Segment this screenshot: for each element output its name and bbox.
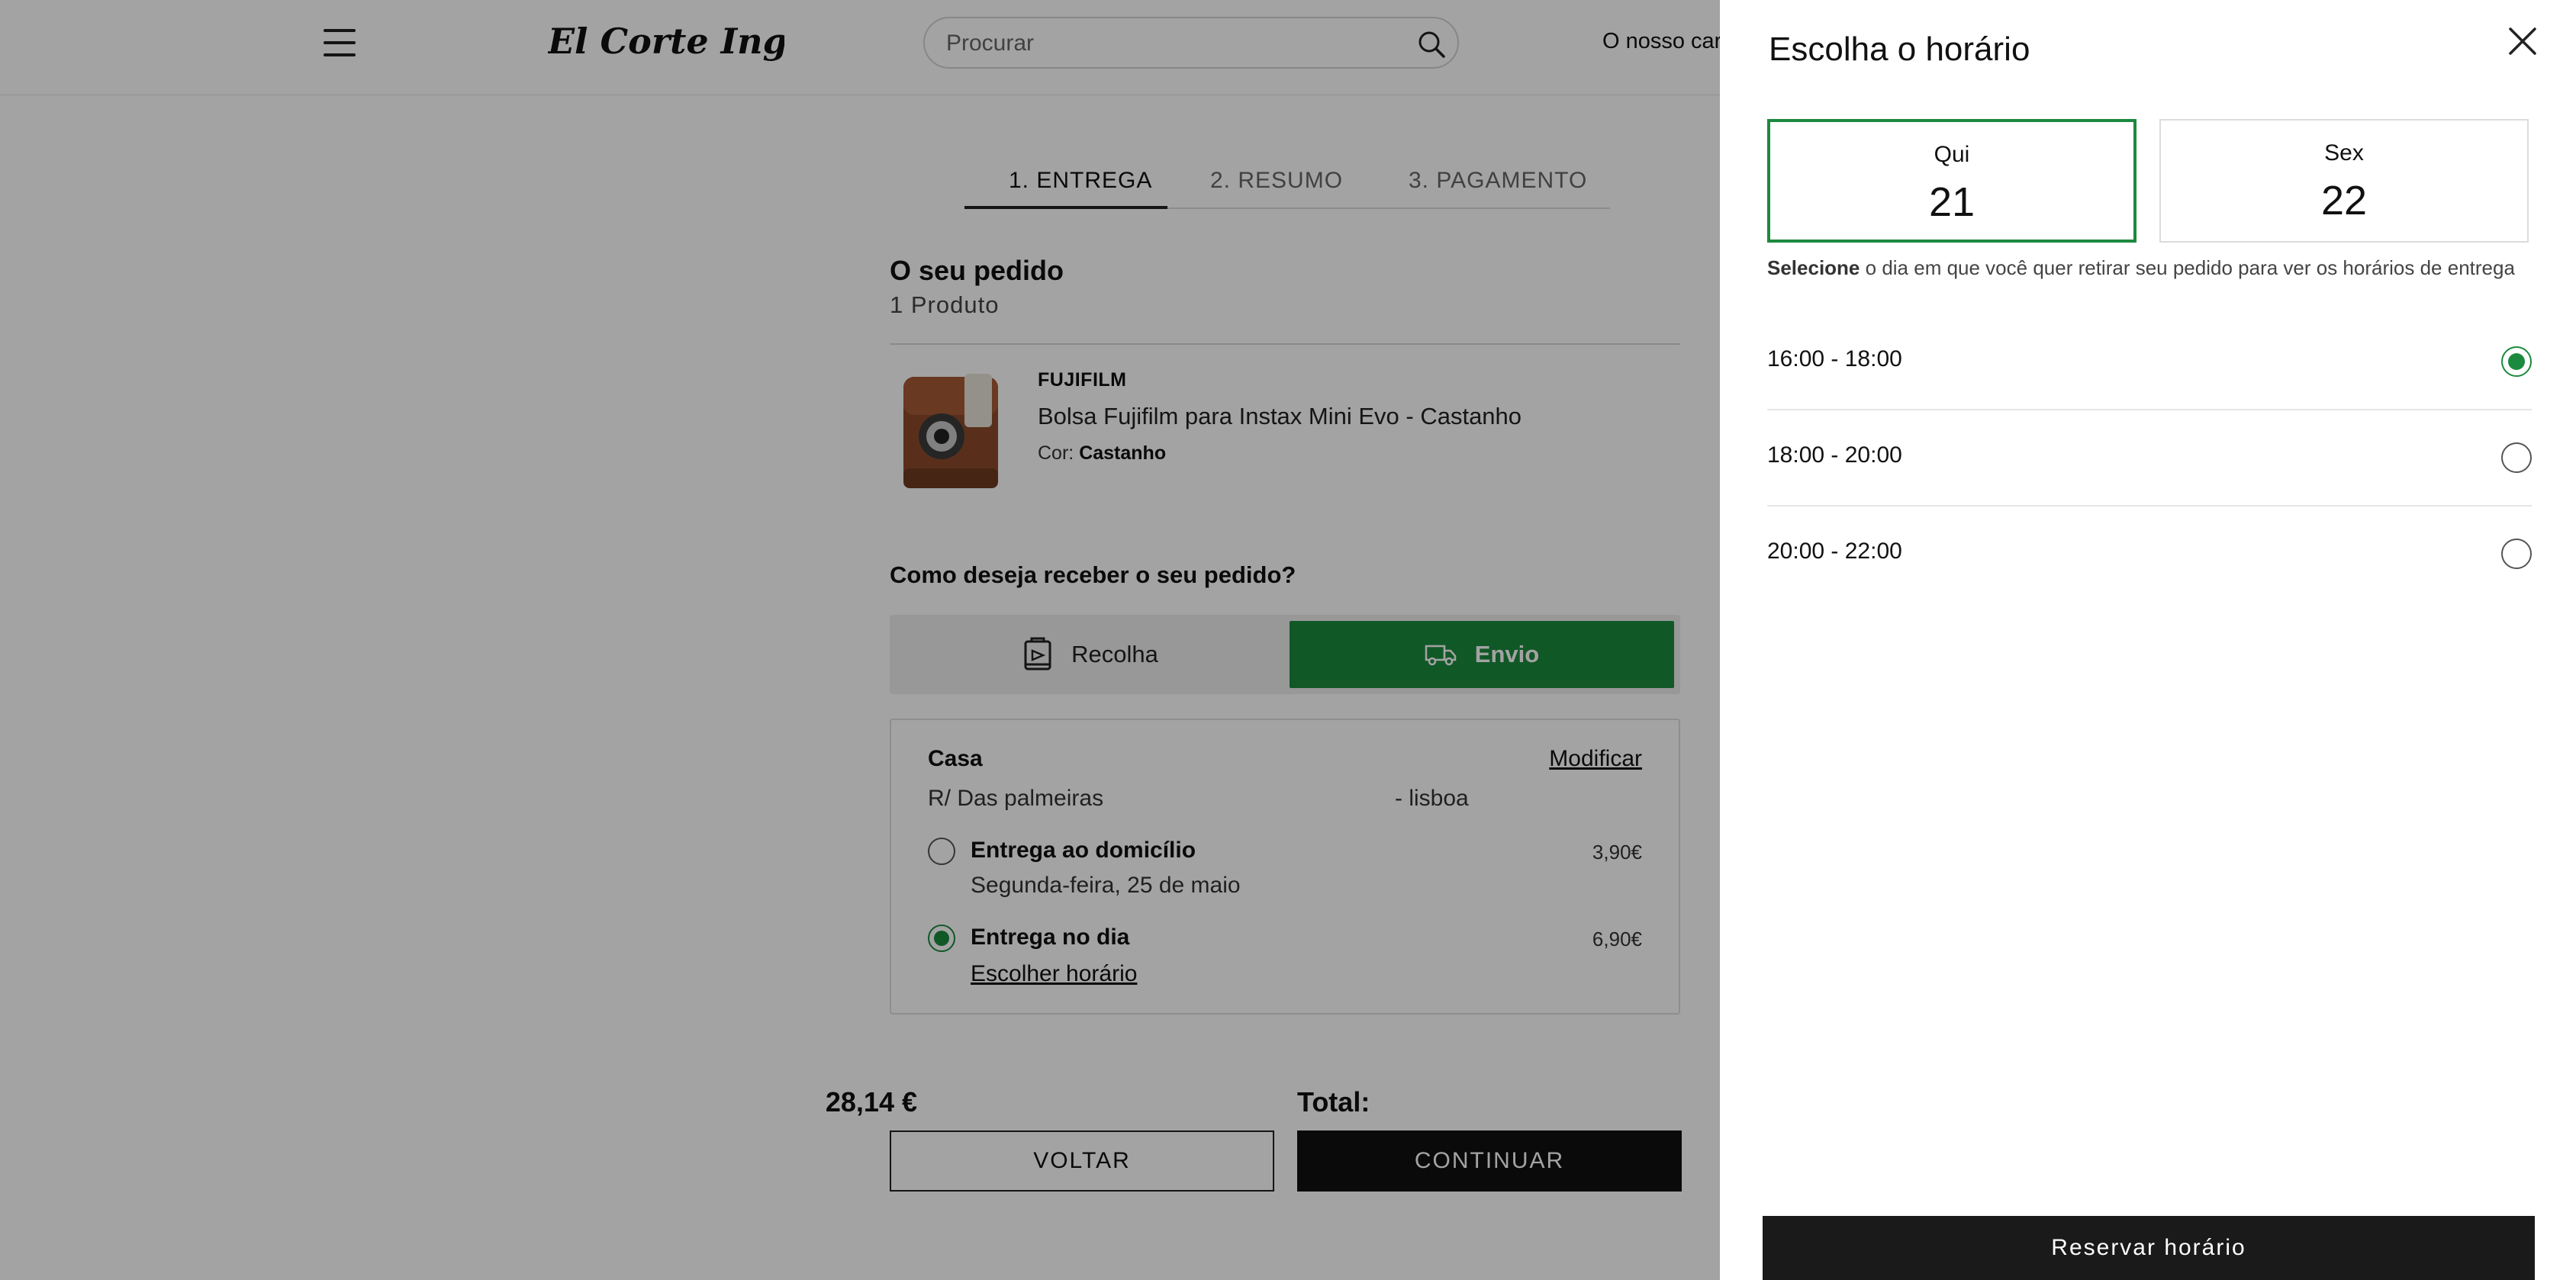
day-name: Qui — [1934, 142, 1970, 167]
day-number: 22 — [2320, 178, 2368, 224]
day-name: Sex — [2324, 140, 2364, 166]
panel-title: Escolha o horário — [1769, 31, 2030, 68]
time-slot-label: 20:00 - 22:00 — [1767, 539, 1902, 564]
time-slot-radio[interactable] — [2501, 442, 2532, 473]
schedule-panel: Escolha o horário Qui 21 Sex 22 Selecion… — [1720, 0, 2576, 1280]
time-slot[interactable]: 18:00 - 20:00 — [1767, 409, 2532, 507]
hint-bold: Selecione — [1767, 256, 1860, 279]
close-icon[interactable] — [2507, 26, 2538, 56]
time-slot-label: 16:00 - 18:00 — [1767, 346, 1902, 371]
day-card-thu[interactable]: Qui 21 — [1767, 119, 2136, 243]
time-slot-radio[interactable] — [2501, 539, 2532, 569]
time-slot[interactable]: 20:00 - 22:00 — [1767, 505, 2532, 601]
day-selection-hint: Selecione o dia em que você quer retirar… — [1767, 256, 2515, 280]
reserve-time-button[interactable]: Reservar horário — [1763, 1216, 2535, 1280]
day-number: 21 — [1928, 179, 1975, 225]
time-slot[interactable]: 16:00 - 18:00 — [1767, 313, 2532, 410]
day-card-fri[interactable]: Sex 22 — [2159, 119, 2529, 243]
time-slot-label: 18:00 - 20:00 — [1767, 442, 1902, 468]
modal-backdrop[interactable] — [0, 0, 1720, 1280]
time-slot-radio[interactable] — [2501, 346, 2532, 377]
hint-text: o dia em que você quer retirar seu pedid… — [1860, 256, 2515, 279]
